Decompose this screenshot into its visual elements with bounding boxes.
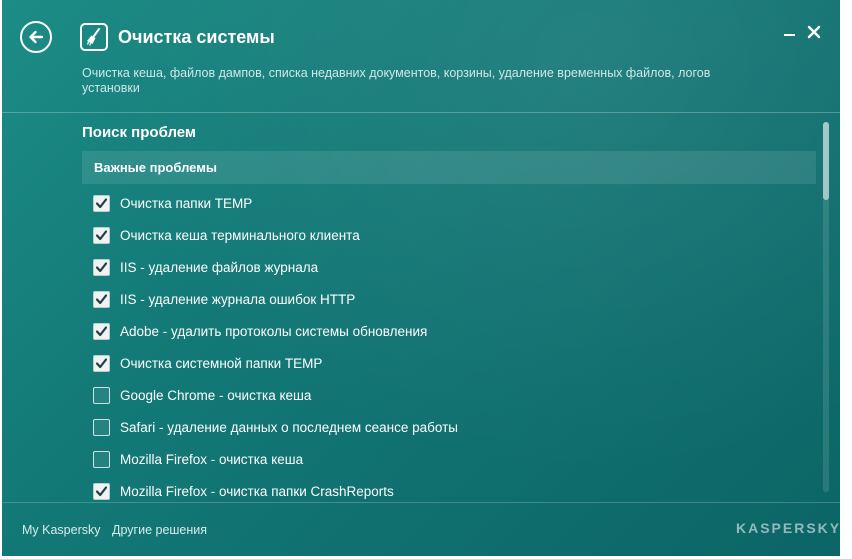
- checkbox[interactable]: [93, 323, 110, 340]
- brand-name: KASPERSKY: [736, 520, 840, 536]
- checkbox[interactable]: [93, 483, 110, 500]
- list-item[interactable]: Очистка папки TEMP: [82, 188, 816, 220]
- close-icon: [807, 25, 821, 39]
- checkmark-icon: [95, 486, 108, 497]
- checkbox[interactable]: [93, 419, 110, 436]
- list-item[interactable]: Очистка системной папки TEMP: [82, 348, 816, 380]
- list-item[interactable]: Adobe - удалить протоколы системы обновл…: [82, 316, 816, 348]
- kaspersky-logo: KASPERSKYlab: [736, 520, 840, 536]
- group-header: Важные проблемы: [82, 151, 816, 184]
- page-subtitle: Очистка кеша, файлов дампов, списка неда…: [82, 66, 711, 95]
- checkmark-icon: [95, 358, 108, 369]
- list-item-label: Очистка кеша терминального клиента: [120, 228, 360, 243]
- checkbox[interactable]: [93, 387, 110, 404]
- my-kaspersky-link[interactable]: My Kaspersky: [22, 523, 101, 537]
- list-item[interactable]: Mozilla Firefox - очистка кеша: [82, 444, 816, 476]
- checkbox[interactable]: [93, 451, 110, 468]
- list-item-label: IIS - удаление журнала ошибок HTTP: [120, 292, 356, 307]
- list-item-label: Adobe - удалить протоколы системы обновл…: [120, 324, 428, 339]
- header-divider: [2, 112, 840, 113]
- checkmark-icon: [95, 326, 108, 337]
- section-title: Поиск проблем: [82, 124, 197, 141]
- list-item[interactable]: Mozilla Firefox - очистка папки CrashRep…: [82, 476, 816, 500]
- footer-divider: [2, 502, 840, 503]
- list-item[interactable]: Safari - удаление данных о последнем сеа…: [82, 412, 816, 444]
- list-item-label: Очистка системной папки TEMP: [120, 356, 323, 371]
- problems-list: Очистка папки TEMP Очистка кеша терминал…: [82, 188, 816, 500]
- checkmark-icon: [95, 262, 108, 273]
- checkbox[interactable]: [93, 355, 110, 372]
- group-title: Важные проблемы: [94, 160, 217, 175]
- list-item[interactable]: IIS - удаление файлов журнала: [82, 252, 816, 284]
- checkbox[interactable]: [93, 291, 110, 308]
- app-window: Очистка системы Очистка кеша, файлов дам…: [2, 0, 840, 556]
- list-item-label: Safari - удаление данных о последнем сеа…: [120, 420, 458, 435]
- page-title: Очистка системы: [118, 27, 275, 47]
- checkbox[interactable]: [93, 227, 110, 244]
- back-button[interactable]: [20, 21, 52, 53]
- list-item-label: Google Chrome - очистка кеша: [120, 388, 312, 403]
- list-item[interactable]: IIS - удаление журнала ошибок HTTP: [82, 284, 816, 316]
- scrollbar-thumb[interactable]: [823, 122, 829, 200]
- checkbox[interactable]: [93, 195, 110, 212]
- close-button[interactable]: [805, 23, 823, 41]
- list-item-label: Mozilla Firefox - очистка кеша: [120, 452, 304, 467]
- broom-icon: [80, 23, 108, 51]
- other-solutions-link[interactable]: Другие решения: [112, 523, 207, 537]
- minimize-button[interactable]: [782, 24, 798, 40]
- list-item-label: Mozilla Firefox - очистка папки CrashRep…: [120, 484, 394, 499]
- checkbox[interactable]: [93, 259, 110, 276]
- checkmark-icon: [95, 294, 108, 305]
- scrollbar[interactable]: [823, 122, 829, 492]
- arrow-left-icon: [29, 30, 44, 44]
- list-item-label: IIS - удаление файлов журнала: [120, 260, 319, 275]
- list-item-label: Очистка папки TEMP: [120, 196, 253, 211]
- checkmark-icon: [95, 198, 108, 209]
- list-item[interactable]: Очистка кеша терминального клиента: [82, 220, 816, 252]
- checkmark-icon: [95, 230, 108, 241]
- list-item[interactable]: Google Chrome - очистка кеша: [82, 380, 816, 412]
